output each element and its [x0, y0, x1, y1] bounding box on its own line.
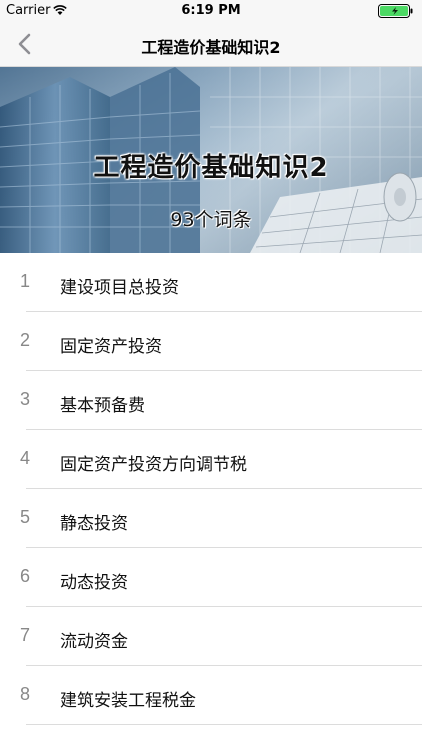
- item-index: 3: [20, 389, 31, 409]
- nav-bar: 工程造价基础知识2: [0, 22, 422, 67]
- item-index: 2: [20, 330, 31, 350]
- screen: Carrier 6:19 PM 工程造价基础知识2 工程造价基础知识2 93个词…: [0, 0, 422, 750]
- item-label: 固定资产投资: [60, 337, 162, 357]
- list-item[interactable]: 1 建设项目总投资: [0, 253, 422, 312]
- item-index: 1: [20, 271, 31, 291]
- item-index: 5: [20, 507, 31, 527]
- chevron-left-icon: [18, 33, 31, 55]
- status-time: 6:19 PM: [181, 3, 241, 18]
- list-item[interactable]: 6 动态投资: [0, 548, 422, 607]
- status-bar: Carrier 6:19 PM: [0, 0, 422, 22]
- list-item[interactable]: 4 固定资产投资方向调节税: [0, 430, 422, 489]
- list-item[interactable]: 2 固定资产投资: [0, 312, 422, 371]
- list-item[interactable]: 5 静态投资: [0, 489, 422, 548]
- entry-list: 1 建设项目总投资 2 固定资产投资 3 基本预备费 4 固定资产投资方向调节税 5 静态投资 6 动…: [0, 253, 422, 725]
- item-label: 静态投资: [60, 514, 128, 534]
- item-label: 流动资金: [60, 632, 128, 652]
- item-label: 固定资产投资方向调节税: [60, 455, 247, 475]
- item-index: 6: [20, 566, 31, 586]
- list-item[interactable]: 3 基本预备费: [0, 371, 422, 430]
- list-item[interactable]: 7 流动资金: [0, 607, 422, 666]
- item-label: 建筑安装工程税金: [60, 691, 196, 711]
- header-banner: 工程造价基础知识2 93个词条: [0, 67, 422, 253]
- list-item[interactable]: 8 建筑安装工程税金: [0, 666, 422, 725]
- item-index: 4: [20, 448, 31, 468]
- entry-count: 93个词条: [170, 209, 252, 231]
- battery-icon: [378, 4, 413, 18]
- item-label: 基本预备费: [60, 396, 145, 416]
- item-index: 8: [20, 684, 31, 704]
- banner-title: 工程造价基础知识2: [93, 153, 329, 183]
- page-title: 工程造价基础知识2: [141, 38, 281, 57]
- item-label: 建设项目总投资: [60, 278, 179, 298]
- back-button[interactable]: [10, 29, 40, 59]
- item-label: 动态投资: [60, 573, 128, 593]
- item-index: 7: [20, 625, 31, 645]
